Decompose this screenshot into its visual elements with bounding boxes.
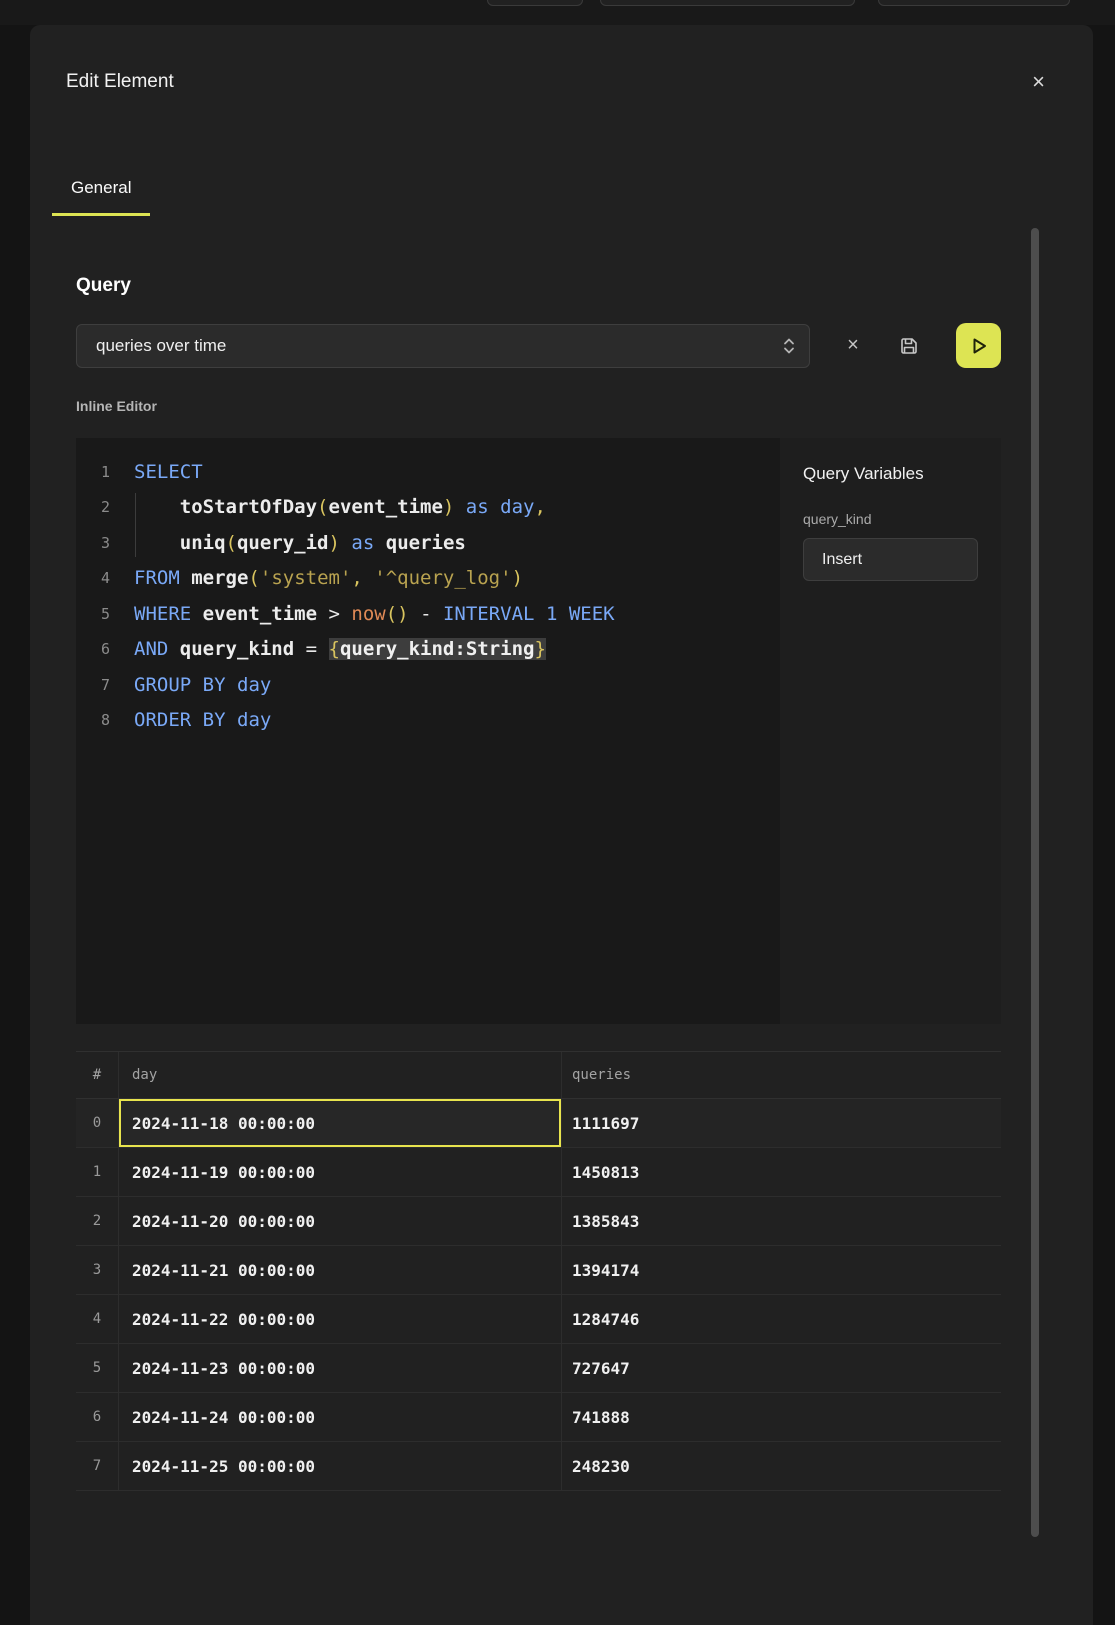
code-text: uniq(query_id) as queries — [134, 532, 466, 554]
query-variables-panel: Query Variables query_kind Insert — [780, 438, 1001, 1024]
results-table-body: 02024-11-18 00:00:00111169712024-11-19 0… — [76, 1099, 1001, 1491]
results-table: # day queries 02024-11-18 00:00:00111169… — [76, 1051, 1001, 1515]
cell-day[interactable]: 2024-11-24 00:00:00 — [118, 1393, 561, 1441]
cell-queries[interactable]: 1450813 — [561, 1148, 1001, 1196]
cell-day[interactable]: 2024-11-20 00:00:00 — [118, 1197, 561, 1245]
code-text: ORDER BY day — [134, 709, 271, 731]
tab-general[interactable]: General — [52, 178, 150, 216]
cell-queries[interactable]: 1284746 — [561, 1295, 1001, 1343]
cell-day[interactable]: 2024-11-21 00:00:00 — [118, 1246, 561, 1294]
row-index: 1 — [76, 1148, 118, 1196]
sql-code: 1 SELECT 2 toStartOfDay(event_time) as day… — [76, 454, 780, 738]
close-icon[interactable]: × — [1028, 67, 1049, 97]
code-text: SELECT — [134, 461, 203, 483]
indent-guide — [135, 493, 136, 557]
cell-day[interactable]: 2024-11-19 00:00:00 — [118, 1148, 561, 1196]
results-table-header: # day queries — [76, 1052, 1001, 1099]
cell-queries[interactable]: 248230 — [561, 1442, 1001, 1490]
modal-content: Query queries over time × — [76, 253, 1001, 1515]
inline-editor: 1 SELECT 2 toStartOfDay(event_time) as day… — [76, 438, 1001, 1024]
query-select-value: queries over time — [96, 336, 783, 356]
save-query-button[interactable] — [892, 331, 926, 361]
column-header-day[interactable]: day — [118, 1052, 561, 1098]
inline-editor-label: Inline Editor — [76, 398, 1001, 414]
line-number: 4 — [76, 569, 110, 587]
query-variables-title: Query Variables — [803, 464, 978, 484]
row-index: 6 — [76, 1393, 118, 1441]
line-number: 8 — [76, 711, 110, 729]
table-row: 32024-11-21 00:00:001394174 — [76, 1246, 1001, 1295]
table-row: 62024-11-24 00:00:00741888 — [76, 1393, 1001, 1442]
edit-element-modal: Edit Element × General Query queries ove… — [30, 25, 1093, 1625]
cell-day[interactable]: 2024-11-18 00:00:00 — [118, 1099, 561, 1147]
scrollbar[interactable] — [1031, 228, 1039, 1537]
toolbar-searchbar-partial[interactable] — [600, 0, 855, 6]
modal-title: Edit Element — [66, 71, 174, 93]
sql-editor[interactable]: 1 SELECT 2 toStartOfDay(event_time) as day… — [76, 438, 780, 1024]
row-index: 0 — [76, 1099, 118, 1147]
line-number: 7 — [76, 676, 110, 694]
variable-name-label: query_kind — [803, 511, 978, 527]
cell-day[interactable]: 2024-11-23 00:00:00 — [118, 1344, 561, 1392]
insert-variable-button[interactable]: Insert — [803, 538, 978, 581]
row-index: 5 — [76, 1344, 118, 1392]
cell-queries[interactable]: 1385843 — [561, 1197, 1001, 1245]
line-number: 5 — [76, 605, 110, 623]
toolbar-control-partial[interactable] — [878, 0, 1070, 6]
column-header-queries[interactable]: queries — [561, 1052, 1001, 1098]
top-toolbar — [0, 0, 1115, 25]
query-section-heading: Query — [76, 275, 1001, 297]
code-line: 5 WHERE event_time > now() - INTERVAL 1 W… — [76, 596, 780, 632]
code-text: WHERE event_time > now() - INTERVAL 1 WE… — [134, 603, 615, 625]
cell-queries[interactable]: 1111697 — [561, 1099, 1001, 1147]
results-table-footer — [76, 1491, 1001, 1515]
row-index: 3 — [76, 1246, 118, 1294]
column-header-index[interactable]: # — [76, 1052, 118, 1098]
cell-queries[interactable]: 1394174 — [561, 1246, 1001, 1294]
run-query-button[interactable] — [956, 323, 1001, 368]
toolbar-button-partial[interactable] — [487, 0, 583, 6]
select-chevrons-icon — [783, 336, 795, 356]
code-line: 8 ORDER BY day — [76, 703, 780, 739]
code-text: FROM merge('system', '^query_log') — [134, 567, 523, 589]
cell-day[interactable]: 2024-11-22 00:00:00 — [118, 1295, 561, 1343]
cell-queries[interactable]: 727647 — [561, 1344, 1001, 1392]
table-row: 42024-11-22 00:00:001284746 — [76, 1295, 1001, 1344]
query-select-row: queries over time × — [76, 323, 1001, 368]
line-number: 6 — [76, 640, 110, 658]
line-number: 1 — [76, 463, 110, 481]
code-line: 1 SELECT — [76, 454, 780, 490]
table-row: 52024-11-23 00:00:00727647 — [76, 1344, 1001, 1393]
row-index: 7 — [76, 1442, 118, 1490]
clear-query-button[interactable]: × — [838, 331, 868, 361]
code-line: 3 uniq(query_id) as queries — [76, 525, 780, 561]
play-icon — [968, 335, 990, 357]
table-row: 22024-11-20 00:00:001385843 — [76, 1197, 1001, 1246]
code-line: 6 AND query_kind = {query_kind:String} — [76, 632, 780, 668]
floppy-disk-icon — [899, 336, 919, 356]
code-line: 4 FROM merge('system', '^query_log') — [76, 561, 780, 597]
table-row: 12024-11-19 00:00:001450813 — [76, 1148, 1001, 1197]
code-text: toStartOfDay(event_time) as day, — [134, 496, 546, 518]
code-line: 2 toStartOfDay(event_time) as day, — [76, 490, 780, 526]
code-line: 7 GROUP BY day — [76, 667, 780, 703]
line-number: 3 — [76, 534, 110, 552]
table-row: 02024-11-18 00:00:001111697 — [76, 1099, 1001, 1148]
cell-queries[interactable]: 741888 — [561, 1393, 1001, 1441]
row-index: 2 — [76, 1197, 118, 1245]
query-select[interactable]: queries over time — [76, 324, 810, 368]
code-text: AND query_kind = {query_kind:String} — [134, 638, 546, 660]
table-row: 72024-11-25 00:00:00248230 — [76, 1442, 1001, 1491]
row-index: 4 — [76, 1295, 118, 1343]
code-text: GROUP BY day — [134, 674, 271, 696]
line-number: 2 — [76, 498, 110, 516]
cell-day[interactable]: 2024-11-25 00:00:00 — [118, 1442, 561, 1490]
